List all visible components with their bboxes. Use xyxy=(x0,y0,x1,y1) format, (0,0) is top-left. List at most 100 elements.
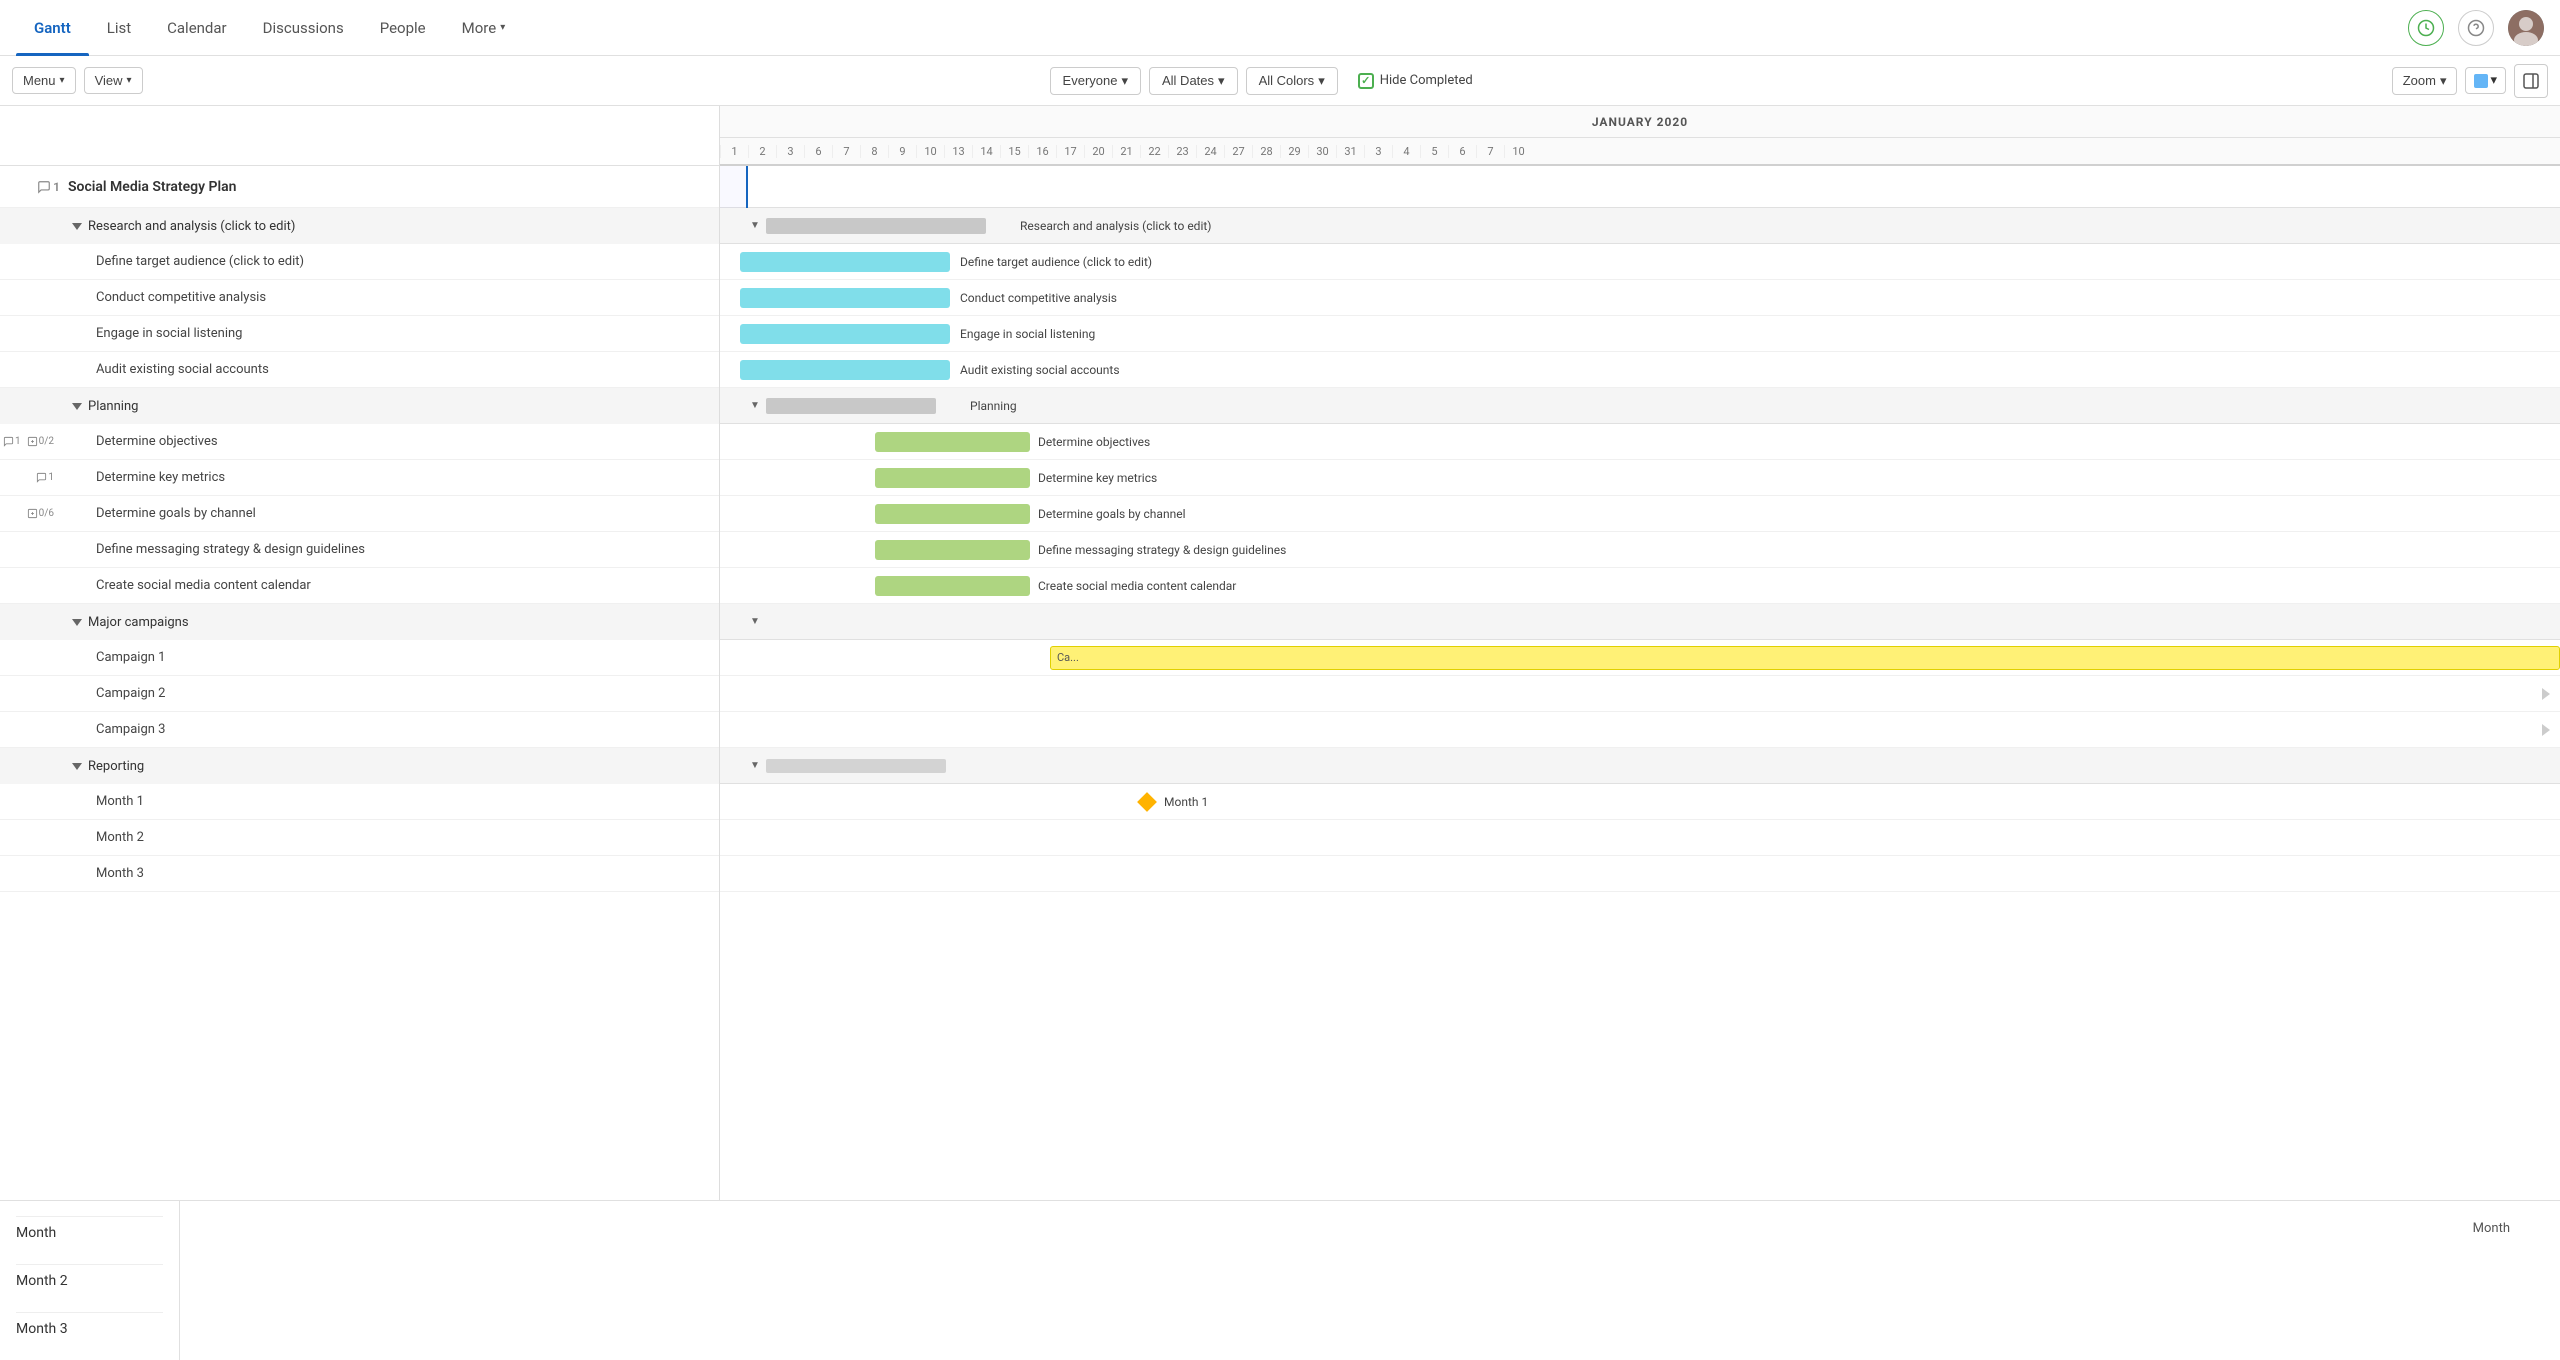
objectives-subtask-icon: 0/2 xyxy=(27,436,54,447)
all-colors-filter-button[interactable]: All Colors ▾ xyxy=(1246,67,1338,95)
color-swatch-button[interactable]: ▾ xyxy=(2465,67,2506,94)
task-define-target-label: Define target audience (click to edit) xyxy=(96,254,304,269)
task-audit[interactable]: Audit existing social accounts xyxy=(0,352,719,388)
gantt-section-reporting-row: ▼ xyxy=(720,748,2560,784)
panel-toggle-button[interactable] xyxy=(2514,64,2548,98)
task-social-listening[interactable]: Engage in social listening xyxy=(0,316,719,352)
tab-list[interactable]: List xyxy=(89,0,149,56)
gantt-bar-define-target xyxy=(740,252,950,272)
menu-label: Menu xyxy=(23,73,56,88)
all-dates-filter-button[interactable]: All Dates ▾ xyxy=(1149,67,1238,95)
task-campaign1[interactable]: Campaign 1 xyxy=(0,640,719,676)
month-labels-left: Month Month 2 Month 3 xyxy=(0,1201,180,1360)
section-research[interactable]: Research and analysis (click to edit) xyxy=(0,208,719,244)
metrics-comment-icon: 1 xyxy=(36,472,54,483)
task-goals-channel[interactable]: 0/6 Determine goals by channel xyxy=(0,496,719,532)
help-button[interactable] xyxy=(2458,10,2494,46)
date-15: 15 xyxy=(1000,145,1028,158)
zoom-button[interactable]: Zoom ▾ xyxy=(2392,67,2458,95)
date-9: 9 xyxy=(888,145,916,158)
gantt-section-campaigns-row: ▼ xyxy=(720,604,2560,640)
user-avatar[interactable] xyxy=(2508,10,2544,46)
project-title: Social Media Strategy Plan xyxy=(68,179,237,195)
section-reporting[interactable]: Reporting xyxy=(0,748,719,784)
task-messaging[interactable]: Define messaging strategy & design guide… xyxy=(0,532,719,568)
gantt-research-triangle: ▼ xyxy=(750,220,760,231)
tab-more[interactable]: More ▾ xyxy=(444,0,524,56)
task-campaign3[interactable]: Campaign 3 xyxy=(0,712,719,748)
task-competitive-label: Conduct competitive analysis xyxy=(96,290,266,305)
top-navigation: Gantt List Calendar Discussions People M… xyxy=(0,0,2560,56)
hide-completed-label: Hide Completed xyxy=(1380,73,1473,88)
tab-more-label: More xyxy=(462,19,497,37)
date-7: 7 xyxy=(832,145,860,158)
view-button[interactable]: View ▾ xyxy=(84,67,143,94)
task-key-metrics-label: Determine key metrics xyxy=(60,470,225,485)
colors-chevron-icon: ▾ xyxy=(1318,73,1325,89)
task-month3[interactable]: Month 3 xyxy=(0,856,719,892)
gantt-task-content-cal-row: Create social media content calendar xyxy=(720,568,2560,604)
section-campaigns[interactable]: Major campaigns xyxy=(0,604,719,640)
tab-calendar[interactable]: Calendar xyxy=(149,0,245,56)
bottom-month3-label: Month 3 xyxy=(16,1312,163,1345)
task-competitive[interactable]: Conduct competitive analysis xyxy=(0,280,719,316)
date-28: 28 xyxy=(1252,145,1280,158)
month-label: JANUARY 2020 xyxy=(1592,115,1688,129)
all-colors-label: All Colors xyxy=(1259,73,1315,88)
gantt-body: ▼ Research and analysis (click to edit) … xyxy=(720,166,2560,892)
tab-people-label: People xyxy=(380,19,426,37)
gantt-task-campaign2-row xyxy=(720,676,2560,712)
task-campaign3-label: Campaign 3 xyxy=(96,722,165,737)
everyone-chevron-icon: ▾ xyxy=(1121,73,1128,89)
tab-gantt[interactable]: Gantt xyxy=(16,0,89,56)
task-month1[interactable]: Month 1 xyxy=(0,784,719,820)
task-objectives[interactable]: 1 0/2 Determine objectives xyxy=(0,424,719,460)
date-31: 31 xyxy=(1336,145,1364,158)
left-panel: 1 Social Media Strategy Plan Research an… xyxy=(0,106,720,1360)
section-planning[interactable]: Planning xyxy=(0,388,719,424)
tab-discussions[interactable]: Discussions xyxy=(245,0,362,56)
date-2: 2 xyxy=(748,145,776,158)
gantt-task-month3-row xyxy=(720,856,2560,892)
view-chevron-icon: ▾ xyxy=(127,75,132,86)
gantt-bar-key-metrics xyxy=(875,468,1030,488)
tab-people[interactable]: People xyxy=(362,0,444,56)
gantt-task-month2-row xyxy=(720,820,2560,856)
timer-button[interactable] xyxy=(2408,10,2444,46)
task-define-target[interactable]: Define target audience (click to edit) xyxy=(0,244,719,280)
section-planning-label: Planning xyxy=(88,399,138,414)
hide-completed-checkbox xyxy=(1358,73,1374,89)
date-17: 17 xyxy=(1056,145,1084,158)
tab-list-label: List xyxy=(107,19,131,37)
task-content-calendar[interactable]: Create social media content calendar xyxy=(0,568,719,604)
everyone-filter-button[interactable]: Everyone ▾ xyxy=(1050,67,1141,95)
task-campaign2-label: Campaign 2 xyxy=(96,686,165,701)
date-27: 27 xyxy=(1224,145,1252,158)
gantt-label-content-cal: Create social media content calendar xyxy=(1038,579,1236,593)
hide-completed-button[interactable]: Hide Completed xyxy=(1346,68,1485,94)
menu-button[interactable]: Menu ▾ xyxy=(12,67,76,94)
task-campaign1-label: Campaign 1 xyxy=(96,650,165,665)
gantt-bar-goals-channel xyxy=(875,504,1030,524)
task-campaign2[interactable]: Campaign 2 xyxy=(0,676,719,712)
task-month2-label: Month 2 xyxy=(96,830,144,845)
task-key-metrics[interactable]: 1 Determine key metrics xyxy=(0,460,719,496)
nav-tabs: Gantt List Calendar Discussions People M… xyxy=(16,0,2408,56)
task-audit-label: Audit existing social accounts xyxy=(96,362,269,377)
gantt-label-define-target: Define target audience (click to edit) xyxy=(960,255,1152,269)
task-objectives-label: Determine objectives xyxy=(60,434,218,449)
bottom-month-right-label: Month xyxy=(2473,1221,2510,1236)
task-messaging-label: Define messaging strategy & design guide… xyxy=(96,542,365,557)
toolbar: Menu ▾ View ▾ Everyone ▾ All Dates ▾ All… xyxy=(0,56,2560,106)
task-content-calendar-label: Create social media content calendar xyxy=(96,578,311,593)
date-22: 22 xyxy=(1140,145,1168,158)
main-area: 1 Social Media Strategy Plan Research an… xyxy=(0,106,2560,1360)
date-29: 29 xyxy=(1280,145,1308,158)
goals-subtask-icon: 0/6 xyxy=(27,508,54,519)
gantt-bar-objectives xyxy=(875,432,1030,452)
task-month2[interactable]: Month 2 xyxy=(0,820,719,856)
date-30: 30 xyxy=(1308,145,1336,158)
gantt-dates-row: 1 2 3 6 7 8 9 10 13 14 15 16 17 20 21 22… xyxy=(720,138,2560,166)
date-feb7: 7 xyxy=(1476,145,1504,158)
gantt-bar-research-section xyxy=(766,218,986,234)
